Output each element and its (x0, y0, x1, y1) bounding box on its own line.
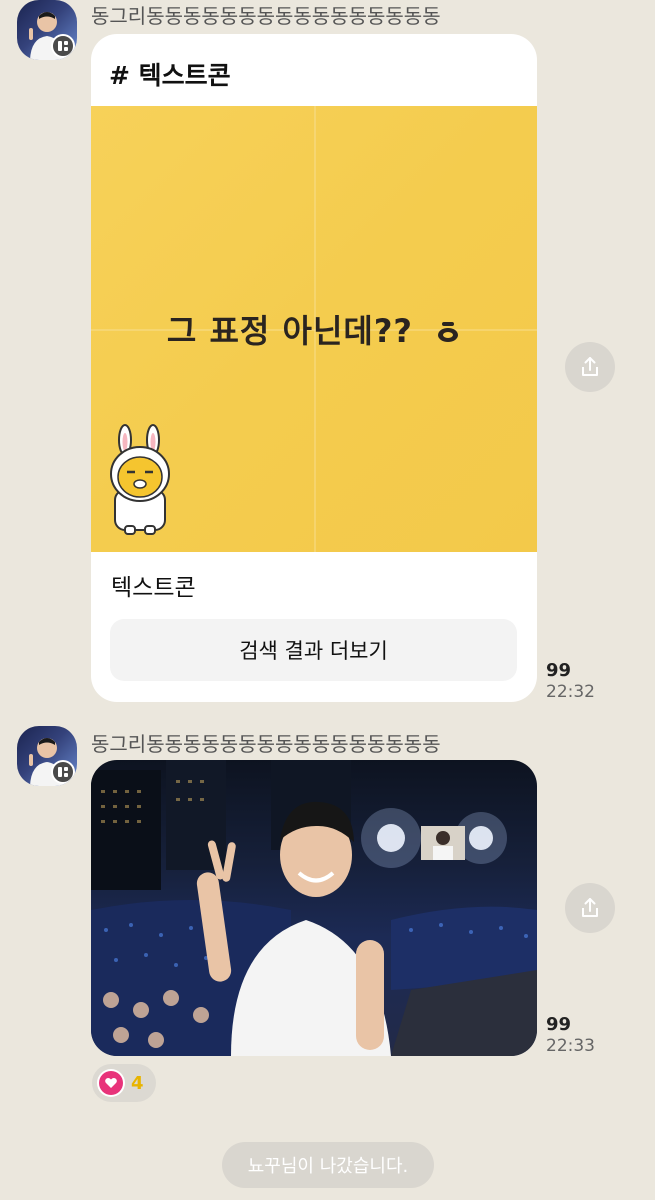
more-results-button[interactable]: 검색 결과 더보기 (110, 619, 517, 681)
concert-photo[interactable] (91, 760, 537, 1056)
emoticon-caption-text: 그 표정 아닌데?? (166, 312, 413, 350)
official-badge-icon (51, 34, 75, 58)
message-time: 22:32 (546, 681, 595, 702)
sender-name: 동그리동동동동동동동동동동동동동동동동 (91, 732, 441, 756)
message-meta: 99 22:33 (546, 1014, 595, 1056)
message-meta: 99 22:32 (546, 660, 595, 702)
share-button[interactable] (565, 883, 615, 933)
official-badge-icon (51, 760, 75, 784)
share-button[interactable] (565, 342, 615, 392)
sender-avatar[interactable] (17, 726, 77, 786)
share-icon (582, 357, 598, 376)
share-icon (582, 898, 598, 917)
emoticon-caption: 그 표정 아닌데?? (91, 306, 537, 352)
system-message: 뇨꾸님이 나갔습니다. (222, 1142, 434, 1188)
concert-photo-image (91, 760, 537, 1056)
card-hashtag-header[interactable]: # 텍스트콘 (109, 56, 231, 92)
rabbit-character-icon (110, 424, 170, 535)
heart-icon (97, 1069, 125, 1097)
unread-count: 99 (546, 660, 572, 681)
shocked-face-icon (435, 314, 461, 352)
emoticon-image[interactable]: 그 표정 아닌데?? (91, 106, 537, 552)
textcon-card[interactable]: # 텍스트콘 그 표정 아닌데?? 텍스트콘 검색 결과 더보기 (91, 34, 537, 702)
reaction-badge[interactable]: 4 (92, 1064, 156, 1102)
unread-count: 99 (546, 1014, 572, 1035)
card-title: 텍스트콘 (111, 575, 196, 601)
sender-name: 동그리동동동동동동동동동동동동동동동동 (91, 4, 441, 28)
reaction-count: 4 (131, 1072, 144, 1094)
message-time: 22:33 (546, 1035, 595, 1056)
sender-avatar[interactable] (17, 0, 77, 60)
